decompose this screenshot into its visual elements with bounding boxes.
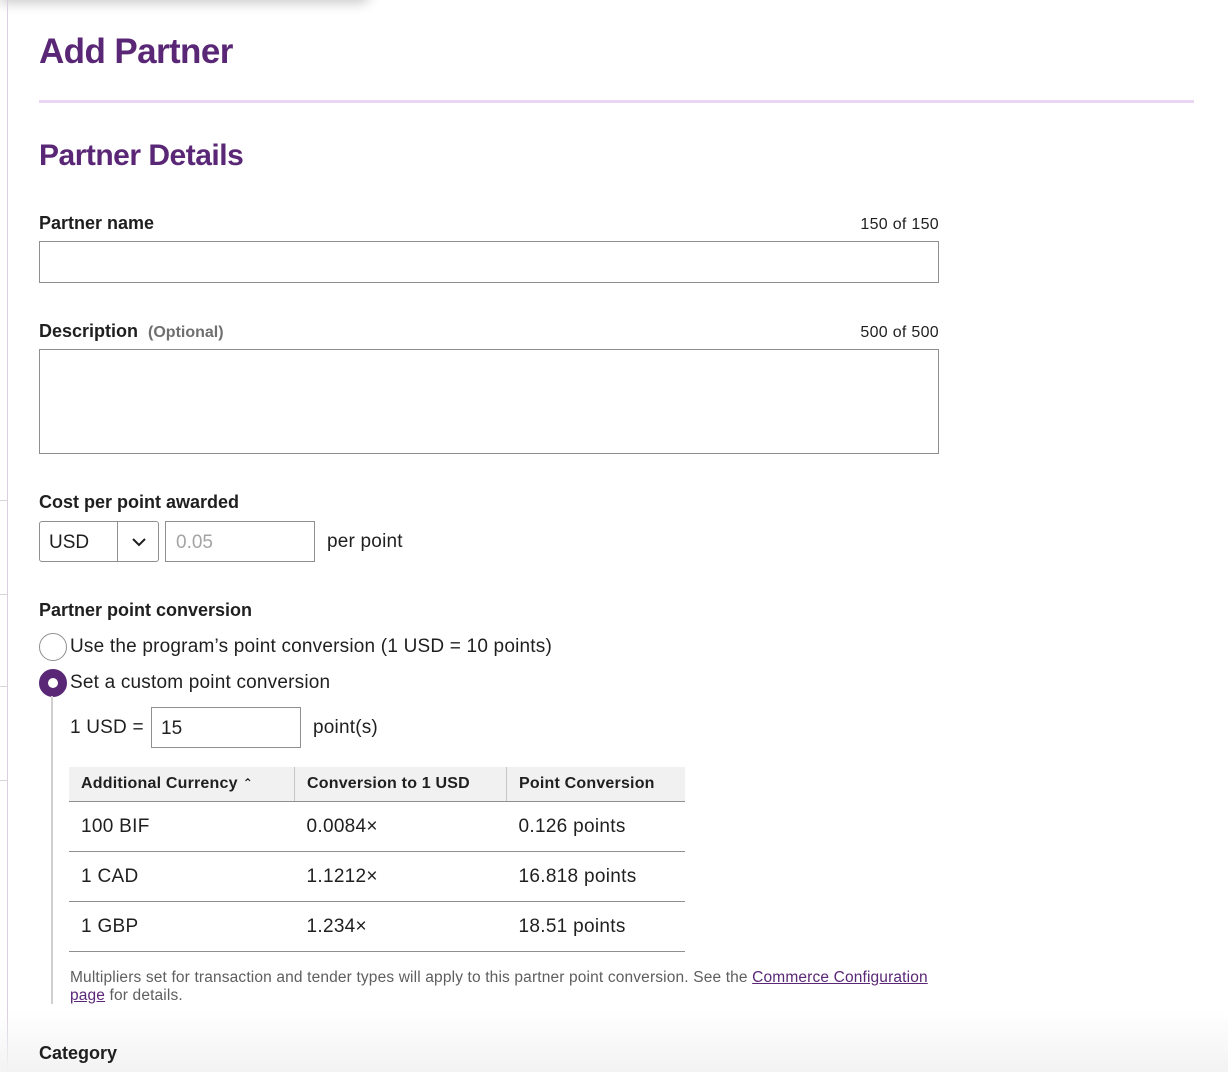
column-header-currency[interactable]: Additional Currency ⌃ (69, 767, 295, 802)
table-row: 100 BIF 0.0084× 0.126 points (69, 801, 685, 852)
table-header-row: Additional Currency ⌃ Conversion to 1 USD… (69, 767, 685, 802)
usd-equals-label: 1 USD = (70, 717, 144, 738)
radio-program-conversion[interactable] (39, 633, 67, 661)
chevron-down-icon[interactable] (129, 532, 149, 552)
description-counter: 500 of 500 (860, 324, 939, 341)
table-row: 1 GBP 1.234× 18.51 points (69, 901, 685, 952)
edge-tick (0, 500, 8, 501)
column-header-conversion: Conversion to 1 USD (294, 767, 507, 802)
points-cell: 18.51 points (506, 901, 685, 952)
edge-tick (0, 594, 8, 595)
note-after: for details. (105, 987, 183, 1004)
scroll-fade (0, 1010, 1228, 1072)
column-header-points: Point Conversion (506, 767, 685, 802)
custom-points-input[interactable]: 15 (151, 707, 301, 748)
partner-name-label: Partner name (39, 213, 155, 233)
cost-amount-placeholder: 0.05 (176, 532, 213, 553)
partner-name-input[interactable] (39, 241, 939, 283)
rate-cell: 0.0084× (294, 801, 507, 852)
sort-ascending-icon[interactable]: ⌃ (243, 776, 253, 790)
cost-label: Cost per point awarded (39, 492, 240, 512)
description-label-text: Description (39, 321, 139, 341)
program-conversion-label[interactable]: Use the program’s point conversion (1 US… (70, 636, 552, 658)
currency-cell: 1 CAD (69, 851, 295, 902)
multiplier-note: Multipliers set for transaction and tend… (70, 969, 950, 1005)
partner-name-counter: 150 of 150 (860, 216, 939, 233)
radio-custom-conversion[interactable] (39, 669, 67, 697)
page-edge (7, 0, 8, 1072)
section-title: Partner Details (39, 139, 244, 172)
rate-cell: 1.234× (294, 901, 507, 952)
description-textarea[interactable] (39, 349, 939, 454)
custom-points-value: 15 (161, 718, 183, 739)
edge-tick (0, 780, 8, 781)
page-title: Add Partner (39, 32, 233, 71)
category-label: Category (39, 1043, 118, 1063)
points-cell: 16.818 points (506, 851, 685, 902)
currency-value: USD (49, 532, 90, 553)
custom-conversion-indent (51, 696, 53, 1004)
currency-select[interactable]: USD (39, 521, 159, 562)
rate-cell: 1.1212× (294, 851, 507, 902)
points-suffix: point(s) (313, 717, 378, 738)
title-divider (39, 100, 1194, 103)
select-divider (117, 522, 118, 561)
table-row: 1 CAD 1.1212× 16.818 points (69, 851, 685, 902)
column-header-currency-label: Additional Currency (81, 775, 238, 792)
cost-amount-input[interactable]: 0.05 (165, 521, 315, 562)
currency-conversion-table: Additional Currency ⌃ Conversion to 1 USD… (69, 767, 685, 952)
custom-conversion-label[interactable]: Set a custom point conversion (70, 672, 330, 694)
conversion-label: Partner point conversion (39, 600, 253, 620)
description-label: Description (Optional) (39, 321, 224, 342)
optional-tag: (Optional) (148, 324, 224, 341)
note-text: Multipliers set for transaction and tend… (70, 969, 753, 986)
per-point-text: per point (327, 531, 403, 552)
currency-cell: 100 BIF (69, 801, 295, 852)
points-cell: 0.126 points (506, 801, 685, 852)
currency-cell: 1 GBP (69, 901, 295, 952)
edge-tick (0, 686, 8, 687)
